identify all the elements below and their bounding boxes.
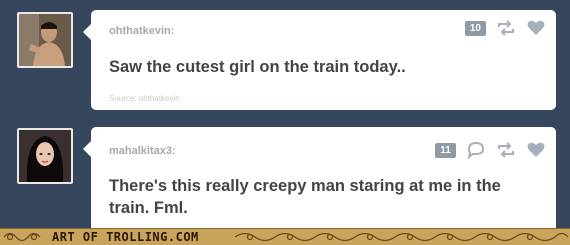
watermark-banner: ART OF TROLLING.COM (0, 228, 570, 245)
post-username[interactable]: ohthatkevin: (109, 25, 174, 37)
reblog-icon[interactable] (496, 19, 516, 37)
note-count[interactable]: 11 (435, 142, 456, 158)
avatar-image (19, 14, 71, 66)
post-username[interactable]: mahalkitax3: (109, 145, 176, 157)
post-controls: 10 (464, 19, 546, 37)
reply-icon[interactable] (466, 141, 486, 159)
avatar-image (19, 130, 71, 182)
note-count[interactable]: 10 (464, 20, 486, 36)
avatar-mahalkitax3[interactable] (17, 128, 73, 184)
watermark-text: ART OF TROLLING.COM (52, 230, 199, 244)
post-controls: 11 (435, 141, 546, 159)
avatar-ohthatkevin[interactable] (17, 12, 73, 68)
heart-icon[interactable] (526, 19, 546, 37)
heart-icon[interactable] (526, 141, 546, 159)
reblog-icon[interactable] (496, 141, 516, 159)
post-card: mahalkitax3: 11 There's this really cree… (83, 127, 556, 232)
post-card: ohthatkevin: 10 Saw the cutest girl on t… (83, 10, 556, 110)
post-source[interactable]: Source: ohthatkevin (109, 94, 180, 103)
post-text: Saw the cutest girl on the train today.. (109, 58, 406, 76)
post-text: There's this really creepy man staring a… (109, 177, 501, 217)
